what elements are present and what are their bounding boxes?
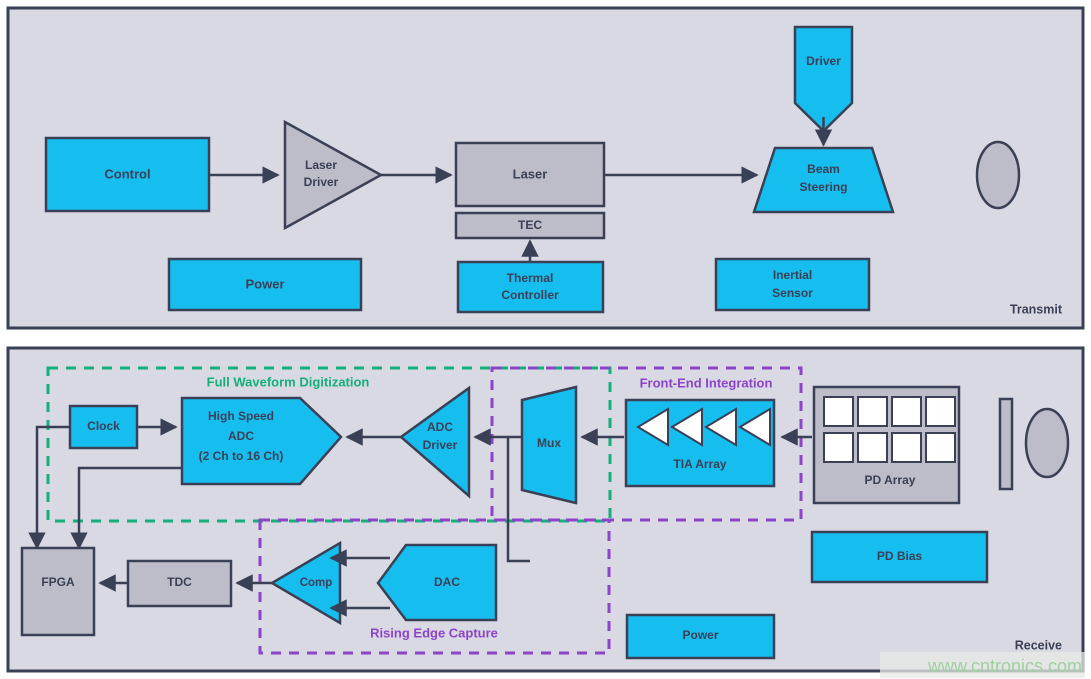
block-beam-steering: Beam Steering (752, 146, 895, 214)
dac-label: DAC (434, 575, 460, 589)
diagram-root: Transmit Control Laser Driver Laser TEC (0, 0, 1091, 679)
fpga-label: FPGA (41, 575, 75, 589)
pd-bias-label: PD Bias (877, 549, 923, 563)
inertial-sensor-box (714, 257, 871, 312)
block-laser: Laser (454, 141, 606, 208)
receive-panel-label: Receive (1015, 638, 1062, 652)
mux-label: Mux (537, 436, 561, 450)
pd-cell (857, 432, 888, 463)
inertial-sensor-label-line2: Sensor (772, 286, 813, 300)
lidar-block-diagram: Transmit Control Laser Driver Laser TEC (0, 0, 1091, 679)
block-pd-bias: PD Bias (810, 530, 989, 584)
block-pd-array: PD Array (812, 385, 961, 505)
receive-power-label: Power (682, 628, 718, 642)
control-label: Control (104, 166, 150, 181)
transmit-power-label: Power (245, 276, 284, 291)
thermal-controller-label-line2: Controller (501, 288, 559, 302)
laser-label: Laser (513, 166, 548, 181)
full-waveform-label: Full Waveform Digitization (207, 374, 370, 389)
adc-driver-label-line2: Driver (423, 438, 458, 452)
transmit-panel: Transmit Control Laser Driver Laser TEC (6, 6, 1085, 330)
block-receive-power: Power (625, 613, 776, 660)
watermark: www.cntronics.com (880, 652, 1085, 678)
optical-filter-bar (998, 397, 1014, 491)
thermal-controller-box (456, 260, 605, 314)
fpga-box (20, 546, 96, 637)
pd-cell (891, 432, 922, 463)
pd-cell (925, 432, 956, 463)
pd-cell (891, 396, 922, 427)
adc-driver-label-line1: ADC (427, 420, 453, 434)
beam-steering-label-line1: Beam (807, 162, 840, 176)
comp-label: Comp (300, 577, 333, 589)
block-transmit-power: Power (167, 257, 363, 312)
clock-label: Clock (87, 419, 120, 433)
block-thermal-controller: Thermal Controller (456, 260, 605, 314)
inertial-sensor-label-line1: Inertial (773, 268, 812, 282)
tec-label: TEC (518, 218, 542, 232)
pd-cell (823, 432, 854, 463)
block-tec: TEC (454, 211, 606, 240)
block-tdc: TDC (126, 559, 233, 608)
pd-cell (925, 396, 956, 427)
laser-driver-label-line2: Driver (304, 175, 339, 189)
tia-array-label: TIA Array (673, 457, 726, 471)
driver-label: Driver (806, 54, 841, 68)
thermal-controller-label-line1: Thermal (507, 271, 554, 285)
block-mux: Mux (520, 385, 578, 505)
tdc-label: TDC (167, 575, 192, 589)
rising-edge-label: Rising Edge Capture (370, 625, 498, 640)
adc-label-line2: ADC (228, 429, 254, 443)
transmit-panel-label: Transmit (1010, 302, 1063, 316)
adc-label-line3: (2 Ch to 16 Ch) (199, 449, 284, 463)
receive-panel: Receive Full Waveform Digitization Front… (6, 346, 1085, 673)
laser-driver-label-line1: Laser (305, 158, 337, 172)
beam-steering-label-line2: Steering (799, 180, 847, 194)
front-end-label: Front-End Integration (640, 375, 773, 390)
watermark-text: www.cntronics.com (927, 656, 1082, 676)
pd-cell (823, 396, 854, 427)
transmit-lens-ellipse (975, 140, 1021, 210)
receive-lens-ellipse (1024, 407, 1070, 479)
block-control: Control (44, 136, 211, 213)
adc-label-line1: High Speed (208, 409, 274, 423)
block-fpga: FPGA (20, 546, 96, 637)
block-inertial-sensor: Inertial Sensor (714, 257, 871, 312)
block-tia-array: TIA Array (624, 398, 776, 488)
pd-cell (857, 396, 888, 427)
block-clock: Clock (68, 404, 139, 450)
pd-array-label: PD Array (865, 473, 916, 487)
